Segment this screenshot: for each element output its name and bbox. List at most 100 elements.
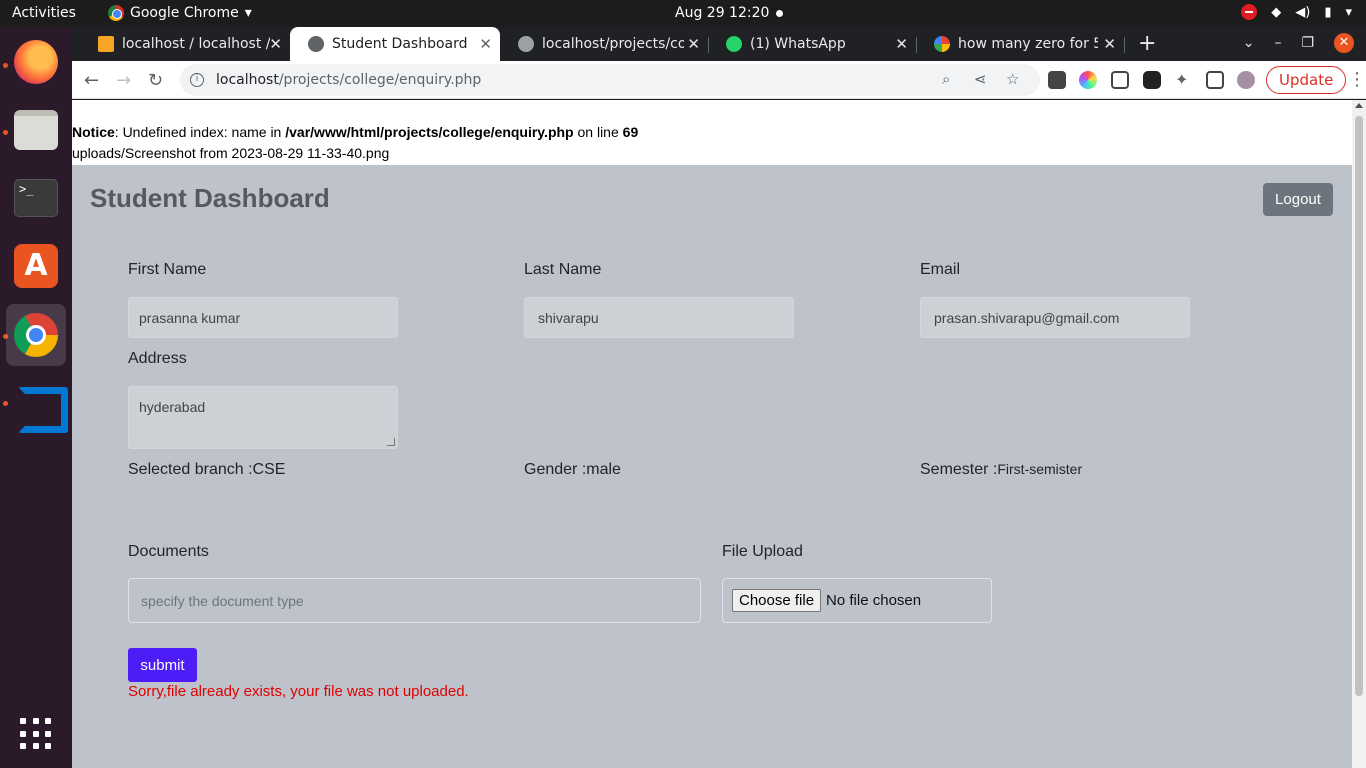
menu-kebab-icon[interactable]: ⋮ bbox=[1348, 69, 1366, 90]
tab-title: localhost/projects/co bbox=[542, 36, 684, 52]
file-upload-input[interactable]: Choose file No file chosen bbox=[722, 578, 992, 623]
dashboard-panel: Student Dashboard Logout First Name pras… bbox=[72, 165, 1352, 768]
browser-toolbar: ← → ↻ i localhost/projects/college/enqui… bbox=[72, 61, 1366, 99]
notice-text: : Undefined index: name in bbox=[114, 124, 286, 140]
vscode-icon bbox=[14, 381, 68, 433]
site-info-icon[interactable]: i bbox=[190, 73, 204, 87]
extension-eyedropper-icon[interactable] bbox=[1048, 71, 1066, 89]
wifi-icon: ◆ bbox=[1271, 4, 1282, 20]
no-file-text: No file chosen bbox=[826, 592, 922, 609]
firefox-icon bbox=[14, 40, 58, 84]
system-tray[interactable]: ◆ ◀) ▮ ▾ bbox=[1241, 4, 1352, 20]
chrome-icon bbox=[14, 313, 58, 357]
minimize-icon[interactable]: – bbox=[1274, 35, 1281, 51]
reload-icon[interactable]: ↻ bbox=[148, 70, 163, 91]
choose-file-button[interactable]: Choose file bbox=[732, 589, 822, 612]
update-button[interactable]: Update bbox=[1266, 66, 1347, 94]
last-name-field[interactable]: shivarapu bbox=[524, 297, 794, 338]
profile-avatar[interactable] bbox=[1237, 71, 1255, 89]
tab-title: Student Dashboard bbox=[332, 36, 468, 52]
notice-text: on line bbox=[573, 124, 623, 140]
address-bar[interactable]: i localhost/projects/college/enquiry.php… bbox=[180, 64, 1040, 96]
dock-app-center[interactable]: A bbox=[6, 235, 66, 297]
semester-value: First-semister bbox=[997, 461, 1083, 477]
maximize-icon[interactable]: ❐ bbox=[1301, 35, 1314, 51]
url-host: localhost bbox=[216, 72, 279, 88]
upload-path-text: uploads/Screenshot from 2023-08-29 11-33… bbox=[72, 145, 390, 161]
close-icon[interactable]: ✕ bbox=[479, 35, 492, 53]
dock-files[interactable] bbox=[6, 99, 66, 161]
scrollbar-thumb[interactable] bbox=[1355, 116, 1363, 696]
resize-handle-icon[interactable] bbox=[387, 438, 395, 446]
clock[interactable]: Aug 29 12:20 bbox=[675, 5, 769, 21]
new-tab-button[interactable]: + bbox=[1138, 31, 1156, 56]
tab-strip: localhost / localhost / ✕ Student Dashbo… bbox=[72, 27, 1366, 61]
documents-label: Documents bbox=[128, 543, 209, 560]
side-panel-icon[interactable] bbox=[1206, 71, 1224, 89]
address-label: Address bbox=[128, 350, 187, 367]
chevron-down-icon: ▾ bbox=[244, 5, 252, 21]
extension-game-icon[interactable] bbox=[1143, 71, 1161, 89]
forward-arrow-icon[interactable]: → bbox=[116, 70, 131, 91]
file-upload-label: File Upload bbox=[722, 543, 803, 560]
back-arrow-icon[interactable]: ← bbox=[84, 70, 99, 91]
terminal-icon: >_ bbox=[14, 179, 58, 217]
volume-icon: ◀) bbox=[1295, 4, 1311, 20]
notice-line: Notice: Undefined index: name in /var/ww… bbox=[72, 122, 638, 143]
dock-firefox[interactable] bbox=[6, 31, 66, 93]
tab-title: localhost / localhost / bbox=[122, 36, 271, 52]
extensions-puzzle-icon[interactable]: ✦ bbox=[1175, 70, 1188, 89]
zoom-icon[interactable]: ⌕ bbox=[942, 70, 950, 88]
battery-icon: ▮ bbox=[1324, 4, 1332, 20]
activities-button[interactable]: Activities bbox=[12, 5, 76, 21]
tab-separator bbox=[1124, 37, 1125, 53]
bookmark-star-icon[interactable]: ☆ bbox=[1006, 70, 1019, 88]
close-icon[interactable]: ✕ bbox=[269, 35, 282, 53]
page-scrollbar[interactable] bbox=[1352, 100, 1366, 768]
tab-student-dashboard[interactable]: Student Dashboard ✕ bbox=[290, 27, 500, 61]
globe-icon bbox=[308, 36, 324, 52]
extension-color-picker-icon[interactable] bbox=[1079, 71, 1097, 89]
tab-whatsapp[interactable]: (1) WhatsApp ✕ bbox=[708, 27, 916, 61]
gender-text: Gender :male bbox=[524, 461, 621, 478]
close-icon[interactable]: ✕ bbox=[687, 35, 700, 53]
scroll-up-arrow-icon[interactable] bbox=[1355, 103, 1363, 108]
notice-label: Notice bbox=[72, 124, 115, 140]
show-applications-button[interactable] bbox=[6, 703, 66, 765]
notice-path: /var/www/html/projects/college/enquiry.p… bbox=[285, 124, 574, 140]
dock-terminal[interactable]: >_ bbox=[6, 167, 66, 229]
dock-vscode[interactable] bbox=[6, 372, 68, 434]
page-title: Student Dashboard bbox=[90, 183, 330, 213]
semester-label: Semester : bbox=[920, 461, 998, 478]
tab-google-search[interactable]: how many zero for 5 r ✕ bbox=[916, 27, 1124, 61]
notification-dot-icon bbox=[776, 10, 783, 17]
email-field[interactable]: prasan.shivarapu@gmail.com bbox=[920, 297, 1190, 338]
extension-screenshot-icon[interactable] bbox=[1111, 71, 1129, 89]
window-close-icon[interactable]: ✕ bbox=[1334, 33, 1354, 53]
dock-chrome[interactable] bbox=[6, 304, 66, 366]
logout-button[interactable]: Logout bbox=[1263, 183, 1333, 216]
tab-title: how many zero for 5 r bbox=[958, 36, 1098, 52]
window-controls: ⌄ – ❐ ✕ bbox=[1243, 33, 1354, 53]
close-icon[interactable]: ✕ bbox=[1103, 35, 1116, 53]
share-icon[interactable]: ⋖ bbox=[974, 70, 987, 88]
submit-button[interactable]: submit bbox=[128, 648, 197, 682]
address-textarea[interactable]: hyderabad bbox=[128, 386, 398, 449]
notice-line-number: 69 bbox=[622, 124, 639, 140]
tab-search-icon[interactable]: ⌄ bbox=[1243, 35, 1255, 51]
globe-icon bbox=[518, 36, 534, 52]
app-center-icon: A bbox=[14, 244, 58, 288]
app-menu[interactable]: Google Chrome ▾ bbox=[108, 5, 252, 21]
first-name-field[interactable]: prasanna kumar bbox=[128, 297, 398, 338]
last-name-label: Last Name bbox=[524, 261, 602, 278]
do-not-disturb-icon bbox=[1241, 4, 1258, 20]
tab-phpmyadmin[interactable]: localhost / localhost / ✕ bbox=[80, 27, 290, 61]
whatsapp-icon bbox=[726, 36, 742, 52]
page-viewport: Notice: Undefined index: name in /var/ww… bbox=[72, 100, 1352, 768]
system-top-bar: Activities Google Chrome ▾ Aug 29 12:20 … bbox=[0, 0, 1366, 27]
close-icon[interactable]: ✕ bbox=[895, 35, 908, 53]
files-icon bbox=[14, 110, 58, 150]
documents-input[interactable]: specify the document type bbox=[128, 578, 701, 623]
chevron-down-icon: ▾ bbox=[1345, 4, 1352, 20]
tab-projects[interactable]: localhost/projects/co ✕ bbox=[500, 27, 708, 61]
